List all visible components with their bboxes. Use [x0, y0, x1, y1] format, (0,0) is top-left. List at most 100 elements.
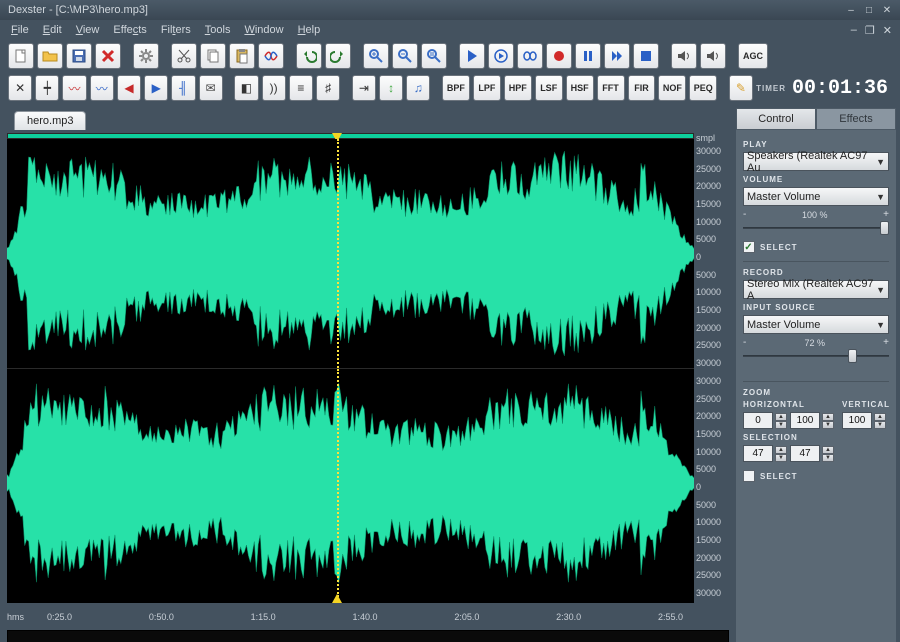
fade-in-icon[interactable]: ◀ [117, 75, 141, 101]
agc-button[interactable]: AGC [738, 43, 768, 69]
input-plus[interactable]: + [883, 337, 889, 348]
insert-icon[interactable]: ⇥ [352, 75, 376, 101]
play-loop-icon[interactable] [488, 43, 514, 69]
peq-button[interactable]: PEQ [689, 75, 717, 101]
lpf-button[interactable]: LPF [473, 75, 501, 101]
menu-window[interactable]: Window [237, 22, 290, 38]
cut-icon[interactable] [171, 43, 197, 69]
mdi-minimize-button[interactable]: – [847, 24, 861, 36]
record-icon[interactable] [546, 43, 572, 69]
input-source-label: INPUT SOURCE [743, 303, 889, 312]
selection-end[interactable]: ▲▼ [790, 445, 834, 462]
open-icon[interactable] [37, 43, 63, 69]
speaker-left-icon[interactable] [671, 43, 697, 69]
music-icon[interactable]: ♫ [406, 75, 430, 101]
cursor-marker-bottom[interactable] [332, 594, 342, 603]
menu-edit[interactable]: Edit [36, 22, 69, 38]
window-title: Dexster - [C:\MP3\hero.mp3] [4, 4, 842, 16]
pause-icon[interactable] [575, 43, 601, 69]
gear-icon[interactable] [133, 43, 159, 69]
envelope-icon[interactable]: ✉ [199, 75, 223, 101]
fir-button[interactable]: FIR [628, 75, 656, 101]
minimize-button[interactable]: – [842, 3, 860, 17]
resize-icon[interactable]: ↕ [379, 75, 403, 101]
eq-icon[interactable]: ╢ [171, 75, 195, 101]
close-button[interactable]: ✕ [878, 3, 896, 17]
waveform-right-channel[interactable] [7, 368, 694, 597]
input-slider[interactable] [743, 351, 889, 361]
waveform-left-channel[interactable] [7, 139, 694, 368]
pitch-icon[interactable]: ♯ [316, 75, 340, 101]
wave-red-icon[interactable]: 〰 [62, 75, 86, 101]
title-bar: Dexster - [C:\MP3\hero.mp3] – □ ✕ [0, 0, 900, 20]
zoom-sel-icon[interactable] [421, 43, 447, 69]
input-minus[interactable]: - [743, 337, 746, 348]
fade-out-icon[interactable]: ▶ [144, 75, 168, 101]
mix-icon[interactable] [258, 43, 284, 69]
vol-plus[interactable]: + [883, 209, 889, 220]
silence-icon[interactable]: ┿ [35, 75, 59, 101]
menu-effects[interactable]: Effects [106, 22, 153, 38]
menu-view[interactable]: View [69, 22, 107, 38]
volume-slider[interactable] [743, 223, 889, 233]
save-icon[interactable] [66, 43, 92, 69]
zoom-v[interactable]: ▲▼ [842, 412, 890, 429]
file-tab-hero[interactable]: hero.mp3 [14, 111, 86, 130]
stop-icon[interactable] [633, 43, 659, 69]
lsf-button[interactable]: LSF [535, 75, 563, 101]
zoom-h-start[interactable]: ▲▼ [743, 412, 787, 429]
mdi-restore-button[interactable]: ❐ [861, 24, 879, 37]
zoom-label: ZOOM [743, 388, 889, 397]
menu-filters[interactable]: Filters [154, 22, 198, 38]
toolbar-effects: ✕┿〰〰◀▶╢✉◧))≡♯⇥↕♫BPFLPFHPFLSFHSFFFTFIRNOF… [0, 72, 900, 104]
mdi-close-button[interactable]: ✕ [879, 24, 896, 37]
waveform-canvas[interactable] [7, 133, 694, 603]
speaker-right-icon[interactable] [700, 43, 726, 69]
echo-icon[interactable]: )) [262, 75, 286, 101]
play-icon[interactable] [459, 43, 485, 69]
timer-label: TIMER [756, 84, 786, 93]
volume-device-select[interactable]: Master Volume▼ [743, 187, 889, 206]
selection-checkbox[interactable] [743, 470, 755, 482]
delete-icon[interactable] [95, 43, 121, 69]
maximize-button[interactable]: □ [860, 3, 878, 17]
go-end-icon[interactable] [604, 43, 630, 69]
file-tabs: hero.mp3 [4, 108, 732, 130]
hsf-button[interactable]: HSF [566, 75, 594, 101]
menu-help[interactable]: Help [291, 22, 328, 38]
loop-icon[interactable] [517, 43, 543, 69]
zoom-in-icon[interactable] [363, 43, 389, 69]
horizontal-scrollbar[interactable] [7, 630, 729, 642]
edit-line-icon[interactable]: ✎ [729, 75, 753, 101]
selection-start[interactable]: ▲▼ [743, 445, 787, 462]
fft-button[interactable]: FFT [597, 75, 625, 101]
copy-icon[interactable] [200, 43, 226, 69]
play-select-checkbox[interactable]: ✓ [743, 241, 755, 253]
normalize-icon[interactable]: ✕ [8, 75, 32, 101]
bpf-button[interactable]: BPF [442, 75, 470, 101]
record-device-select[interactable]: Stereo Mix (Realtek AC97 A▼ [743, 280, 889, 299]
menu-tools[interactable]: Tools [198, 22, 238, 38]
chevron-down-icon: ▼ [876, 285, 885, 295]
record-section-label: RECORD [743, 268, 889, 277]
paste-icon[interactable] [229, 43, 255, 69]
volume-section-label: VOLUME [743, 175, 889, 184]
play-device-select[interactable]: Speakers (Realtek AC97 Au▼ [743, 152, 889, 171]
redo-icon[interactable] [325, 43, 351, 69]
tab-effects[interactable]: Effects [816, 108, 896, 130]
playback-cursor [337, 139, 339, 368]
pan-icon[interactable]: ◧ [234, 75, 258, 101]
hpf-button[interactable]: HPF [504, 75, 532, 101]
zoom-out-icon[interactable] [392, 43, 418, 69]
speed-icon[interactable]: ≡ [289, 75, 313, 101]
zoom-h-end[interactable]: ▲▼ [790, 412, 834, 429]
new-icon[interactable] [8, 43, 34, 69]
vol-minus[interactable]: - [743, 209, 746, 220]
playback-cursor [337, 369, 339, 597]
wave-blue-icon[interactable]: 〰 [90, 75, 114, 101]
menu-file[interactable]: File [4, 22, 36, 38]
nof-button[interactable]: NOF [658, 75, 686, 101]
input-device-select[interactable]: Master Volume▼ [743, 315, 889, 334]
tab-control[interactable]: Control [736, 108, 816, 130]
undo-icon[interactable] [296, 43, 322, 69]
